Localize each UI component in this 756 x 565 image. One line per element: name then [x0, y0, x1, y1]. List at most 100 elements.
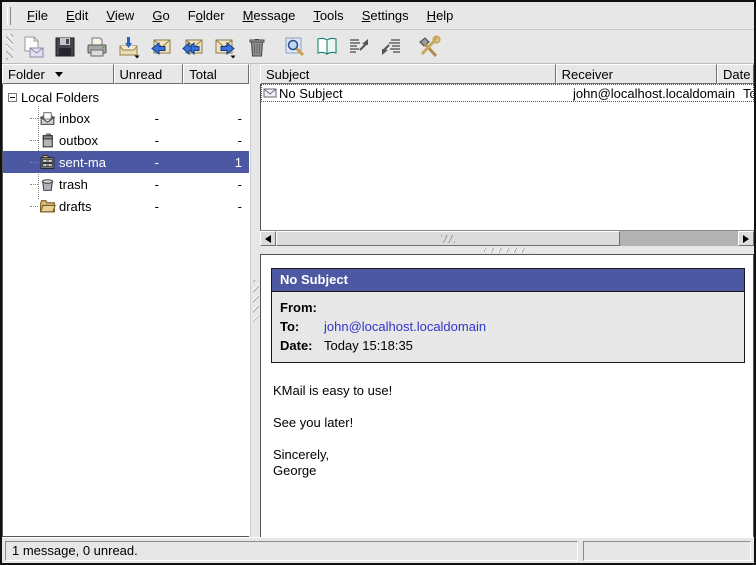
- kmail-window: File Edit View Go Folder Message Tools S…: [0, 0, 756, 565]
- configure-icon: [417, 35, 441, 59]
- reply-icon: [149, 35, 173, 59]
- folder-item-sent-ma[interactable]: sent-ma - 1: [3, 151, 249, 173]
- folder-unread-count: -: [131, 133, 187, 148]
- message-subject-cell: No Subject: [262, 86, 573, 101]
- folder-root-local-folders[interactable]: Local Folders: [3, 87, 249, 107]
- menu-tools[interactable]: Tools: [304, 4, 352, 27]
- menu-file[interactable]: File: [18, 4, 57, 27]
- find-button[interactable]: [280, 32, 310, 62]
- main-toolbar: [2, 30, 754, 64]
- reply-all-button[interactable]: [178, 32, 208, 62]
- scroll-left-icon: [265, 235, 271, 243]
- to-address-link[interactable]: john@localhost.localdomain: [324, 317, 486, 336]
- menubar-grip[interactable]: [7, 7, 11, 25]
- folder-name: outbox: [59, 133, 131, 148]
- message-receiver-cell: john@localhost.localdomain: [573, 86, 743, 101]
- menu-go[interactable]: Go: [143, 4, 178, 27]
- column-header-receiver[interactable]: Receiver: [556, 64, 717, 84]
- folder-item-outbox[interactable]: outbox - -: [3, 129, 249, 151]
- folder-item-drafts[interactable]: drafts - -: [3, 195, 249, 217]
- new-message-button[interactable]: [18, 32, 48, 62]
- date-value: Today 15:18:35: [324, 336, 413, 355]
- message-viewer: No Subject From: To: john@localhost.loca…: [260, 254, 754, 537]
- column-header-folder[interactable]: Folder: [2, 64, 114, 84]
- scrollbar-thumb[interactable]: [276, 231, 620, 246]
- message-header-fields: From: To: john@localhost.localdomain Dat…: [272, 292, 744, 362]
- message-body: KMail is easy to use! See you later! Sin…: [273, 383, 753, 479]
- toolbar-grip[interactable]: [6, 34, 13, 60]
- configure-button[interactable]: [414, 32, 444, 62]
- scroll-right-button[interactable]: [738, 231, 754, 246]
- previous-unread-button[interactable]: [344, 32, 374, 62]
- sort-arrow-icon: [55, 72, 63, 77]
- reply-button[interactable]: [146, 32, 176, 62]
- next-unread-icon: [379, 35, 403, 59]
- date-row: Date: Today 15:18:35: [280, 336, 736, 355]
- folder-pane-header: Folder Unread Total: [2, 64, 249, 84]
- menu-settings[interactable]: Settings: [353, 4, 418, 27]
- date-label: Date:: [280, 336, 324, 355]
- folder-root-label: Local Folders: [21, 90, 99, 105]
- forward-button[interactable]: [210, 32, 240, 62]
- column-header-date[interactable]: Date: [717, 64, 754, 84]
- outbox-icon: [39, 132, 56, 149]
- inbox-icon: [39, 110, 56, 127]
- message-list-body: No Subject john@localhost.localdomain To…: [260, 84, 754, 230]
- forward-icon: [213, 35, 237, 59]
- next-unread-button[interactable]: [376, 32, 406, 62]
- column-header-subject[interactable]: Subject: [260, 64, 556, 84]
- check-mail-icon: [117, 35, 141, 59]
- vertical-splitter[interactable]: [250, 64, 260, 537]
- menu-message[interactable]: Message: [234, 4, 305, 27]
- folder-total-count: 1: [187, 155, 249, 170]
- folder-pane: Folder Unread Total Local Folders: [2, 64, 250, 537]
- status-secondary-panel: [583, 541, 751, 561]
- find-icon: [283, 35, 307, 59]
- message-list-header: Subject Receiver Date: [260, 64, 754, 84]
- save-button[interactable]: [50, 32, 80, 62]
- folder-name: inbox: [59, 111, 131, 126]
- sent-mail-icon: [39, 154, 56, 171]
- menu-view[interactable]: View: [97, 4, 143, 27]
- print-icon: [85, 35, 109, 59]
- print-button[interactable]: [82, 32, 112, 62]
- drafts-folder-icon: [39, 198, 56, 215]
- folder-name: trash: [59, 177, 131, 192]
- folder-tree: Local Folders inbox - -: [2, 84, 249, 537]
- folder-total-count: -: [187, 133, 249, 148]
- check-mail-button[interactable]: [114, 32, 144, 62]
- scrollbar-track[interactable]: [620, 231, 738, 246]
- horizontal-splitter[interactable]: [260, 246, 754, 254]
- reply-all-icon: [181, 35, 205, 59]
- folder-total-count: -: [187, 177, 249, 192]
- splitter-grip-icon: [253, 280, 259, 322]
- folder-name: drafts: [59, 199, 131, 214]
- message-title: No Subject: [272, 269, 744, 292]
- address-book-button[interactable]: [312, 32, 342, 62]
- new-message-icon: [21, 35, 45, 59]
- menu-edit[interactable]: Edit: [57, 4, 97, 27]
- scroll-left-button[interactable]: [260, 231, 276, 246]
- message-list-pane: Subject Receiver Date No Subject jo: [260, 64, 754, 246]
- trash-button[interactable]: [242, 32, 272, 62]
- previous-unread-icon: [347, 35, 371, 59]
- message-row[interactable]: No Subject john@localhost.localdomain To…: [261, 84, 754, 102]
- trash-folder-icon: [39, 176, 56, 193]
- from-row: From:: [280, 298, 736, 317]
- collapse-expander-icon[interactable]: [8, 93, 17, 102]
- from-label: From:: [280, 298, 324, 317]
- message-date-cell: Today 15:18:35: [743, 86, 753, 101]
- right-pane: Subject Receiver Date No Subject jo: [260, 64, 754, 537]
- statusbar: 1 message, 0 unread.: [2, 537, 754, 563]
- column-header-total[interactable]: Total: [183, 64, 249, 84]
- folder-unread-count: -: [131, 111, 187, 126]
- menu-folder[interactable]: Folder: [179, 4, 234, 27]
- splitter-grip-icon: [484, 248, 530, 253]
- menubar: File Edit View Go Folder Message Tools S…: [2, 2, 754, 30]
- column-header-unread[interactable]: Unread: [114, 64, 184, 84]
- to-row: To: john@localhost.localdomain: [280, 317, 736, 336]
- folder-item-inbox[interactable]: inbox - -: [3, 107, 249, 129]
- horizontal-scrollbar: [260, 230, 754, 246]
- folder-item-trash[interactable]: trash - -: [3, 173, 249, 195]
- menu-help[interactable]: Help: [418, 4, 463, 27]
